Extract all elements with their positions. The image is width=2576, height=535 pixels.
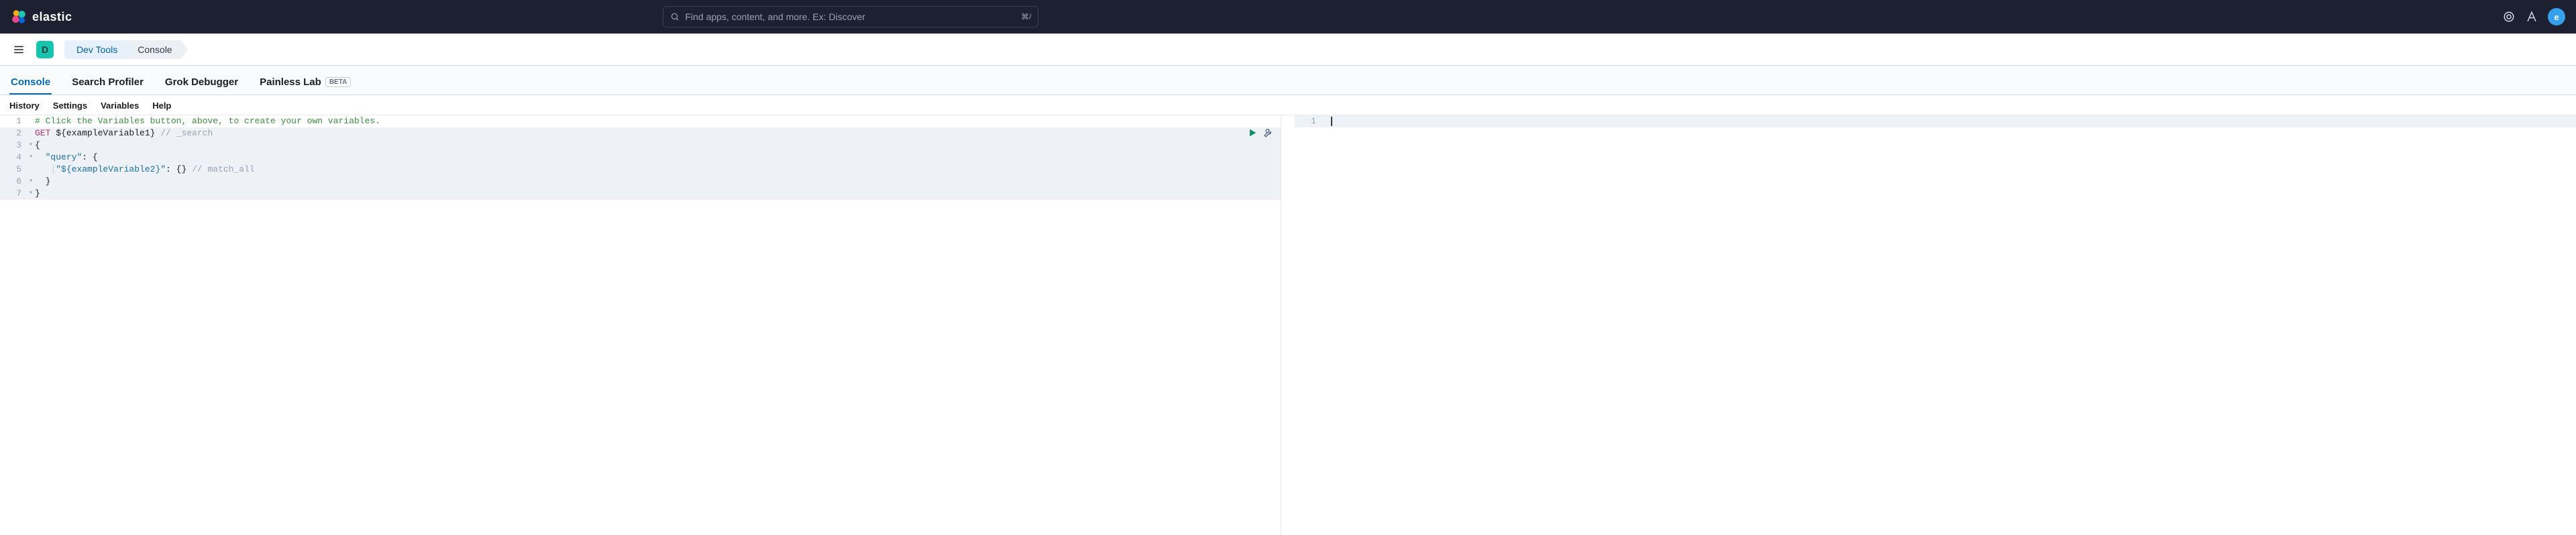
search-icon bbox=[670, 12, 680, 21]
line-number: 5 bbox=[0, 164, 27, 176]
fold-toggle bbox=[27, 127, 35, 139]
response-pane[interactable]: 1 bbox=[1295, 115, 2576, 535]
tab-search-profiler-label: Search Profiler bbox=[72, 76, 144, 88]
elastic-logo-icon bbox=[11, 9, 27, 25]
tab-painless-lab-label: Painless Lab bbox=[260, 76, 321, 88]
sub-tab-history[interactable]: History bbox=[9, 101, 40, 111]
line-number: 3 bbox=[0, 139, 27, 152]
tab-painless-lab[interactable]: Painless Lab BETA bbox=[258, 68, 352, 95]
text-cursor bbox=[1331, 117, 1332, 126]
line-number: 6 bbox=[0, 176, 27, 188]
fold-toggle[interactable]: ▾ bbox=[27, 152, 35, 164]
code-line[interactable]: 4▾ "query": { bbox=[0, 152, 1281, 164]
tab-console-label: Console bbox=[11, 76, 50, 88]
code-line[interactable]: 5 │"${exampleVariable2}": {} // match_al… bbox=[0, 164, 1281, 176]
tab-search-profiler[interactable]: Search Profiler bbox=[70, 68, 145, 95]
code-content[interactable]: "query": { bbox=[35, 152, 1281, 164]
code-content[interactable]: # Click the Variables button, above, to … bbox=[35, 115, 1281, 127]
fold-toggle bbox=[27, 115, 35, 127]
play-icon[interactable] bbox=[1247, 127, 1258, 138]
fold-toggle[interactable]: ▾ bbox=[27, 176, 35, 188]
breadcrumbs: Dev Tools Console bbox=[64, 40, 182, 59]
global-search-shortcut: ⌘/ bbox=[1021, 12, 1031, 21]
breadcrumb-devtools-label: Dev Tools bbox=[76, 44, 117, 55]
nav-toggle-button[interactable] bbox=[8, 39, 30, 60]
breadcrumb-console-label: Console bbox=[138, 44, 172, 55]
beta-badge: BETA bbox=[325, 77, 351, 87]
sub-tab-help[interactable]: Help bbox=[152, 101, 171, 111]
wrench-icon[interactable] bbox=[1263, 127, 1274, 138]
code-line[interactable]: 6▾ } bbox=[0, 176, 1281, 188]
avatar-initial: e bbox=[2554, 12, 2559, 22]
editor-area: 1 # Click the Variables button, above, to… bbox=[0, 115, 2576, 535]
brand-word: elastic bbox=[32, 10, 72, 24]
console-sub-tabs: History Settings Variables Help bbox=[0, 95, 2576, 115]
response-editor[interactable]: 1 bbox=[1295, 115, 2576, 127]
main-tabs: Console Search Profiler Grok Debugger Pa… bbox=[0, 66, 2576, 95]
pane-splitter[interactable] bbox=[1281, 115, 1295, 535]
code-line[interactable]: 1 bbox=[1295, 115, 2576, 127]
global-search-placeholder: Find apps, content, and more. Ex: Discov… bbox=[685, 11, 1021, 22]
brand-home[interactable]: elastic bbox=[11, 9, 72, 25]
code-content[interactable]: GET ${exampleVariable1} // _search bbox=[35, 127, 1281, 139]
request-editor[interactable]: 1 # Click the Variables button, above, to… bbox=[0, 115, 1281, 200]
header-right-group: e bbox=[2502, 8, 2565, 25]
run-controls bbox=[1247, 127, 1274, 138]
code-content[interactable]: } bbox=[35, 176, 1281, 188]
code-content[interactable] bbox=[1330, 115, 2576, 127]
line-number: 2 bbox=[0, 127, 27, 139]
sub-tab-variables[interactable]: Variables bbox=[101, 101, 139, 111]
tab-grok-debugger-label: Grok Debugger bbox=[165, 76, 238, 88]
global-search[interactable]: Find apps, content, and more. Ex: Discov… bbox=[663, 6, 1038, 27]
request-pane[interactable]: 1 # Click the Variables button, above, to… bbox=[0, 115, 1281, 535]
code-content[interactable]: { bbox=[35, 139, 1281, 152]
newsfeed-icon[interactable] bbox=[2525, 10, 2538, 23]
tab-grok-debugger[interactable]: Grok Debugger bbox=[164, 68, 239, 95]
space-chip[interactable]: D bbox=[36, 41, 54, 58]
breadcrumb-devtools[interactable]: Dev Tools bbox=[64, 40, 127, 59]
fold-toggle bbox=[1322, 115, 1330, 127]
help-icon[interactable] bbox=[2502, 10, 2516, 23]
fold-toggle[interactable]: ▾ bbox=[27, 188, 35, 200]
sub-tab-settings[interactable]: Settings bbox=[53, 101, 87, 111]
tab-console[interactable]: Console bbox=[9, 68, 52, 95]
code-content[interactable]: │"${exampleVariable2}": {} // match_all bbox=[35, 164, 1281, 176]
code-content[interactable]: } bbox=[35, 188, 1281, 200]
code-line[interactable]: 1 # Click the Variables button, above, to… bbox=[0, 115, 1281, 127]
breadcrumb-bar: D Dev Tools Console bbox=[0, 34, 2576, 66]
line-number: 1 bbox=[1295, 115, 1322, 127]
line-number: 7 bbox=[0, 188, 27, 200]
code-line[interactable]: 3▾{ bbox=[0, 139, 1281, 152]
line-number: 4 bbox=[0, 152, 27, 164]
fold-toggle bbox=[27, 164, 35, 176]
code-line[interactable]: 2 GET ${exampleVariable1} // _search bbox=[0, 127, 1281, 139]
user-avatar[interactable]: e bbox=[2548, 8, 2565, 25]
code-line[interactable]: 7▾} bbox=[0, 188, 1281, 200]
global-header: elastic Find apps, content, and more. Ex… bbox=[0, 0, 2576, 34]
fold-toggle[interactable]: ▾ bbox=[27, 139, 35, 152]
space-chip-letter: D bbox=[42, 44, 48, 55]
line-number: 1 bbox=[0, 115, 27, 127]
